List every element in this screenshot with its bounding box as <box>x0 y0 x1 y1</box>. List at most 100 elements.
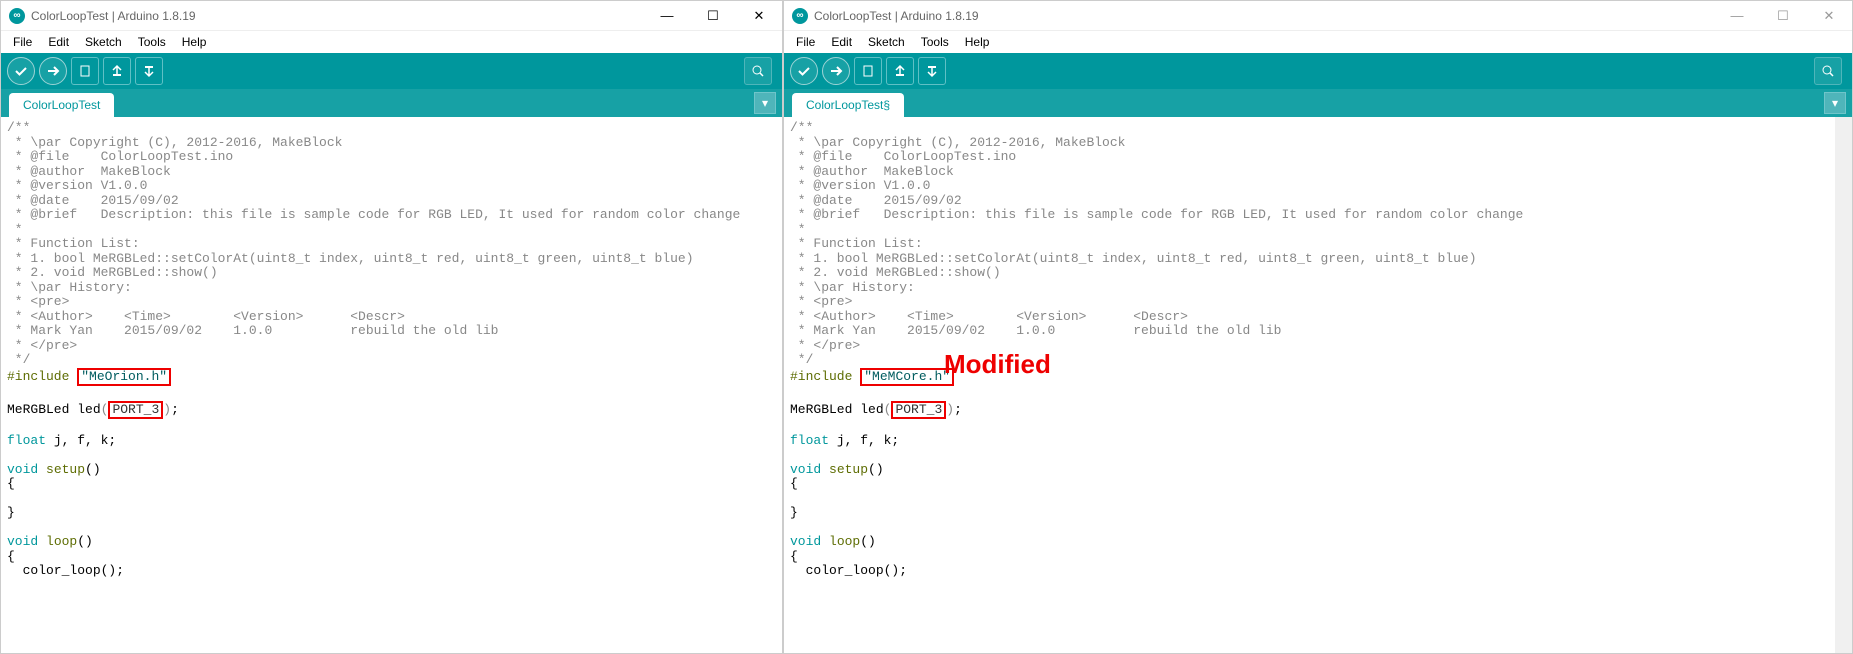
brace-line: { <box>790 477 1846 492</box>
menu-sketch[interactable]: Sketch <box>860 33 913 51</box>
blank-line <box>7 492 776 507</box>
setup-line: void setup() <box>790 463 1846 478</box>
comment-line: * @author MakeBlock <box>7 165 776 180</box>
comment-line: * @date 2015/09/02 <box>790 194 1846 209</box>
brace-line: } <box>790 506 1846 521</box>
comment-line: * @version V1.0.0 <box>7 179 776 194</box>
tabbar: ColorLoopTest§ ▾ <box>784 89 1852 117</box>
upload-button[interactable] <box>822 57 850 85</box>
open-button[interactable] <box>103 57 131 85</box>
tab-sketch[interactable]: ColorLoopTest§ <box>792 93 904 117</box>
window-controls: — ☐ ✕ <box>1714 1 1852 31</box>
blank-line <box>7 521 776 536</box>
comment-line: */ <box>7 353 776 368</box>
menu-help[interactable]: Help <box>957 33 998 51</box>
menubar: File Edit Sketch Tools Help <box>1 31 782 53</box>
comment-line: * @brief Description: this file is sampl… <box>7 208 776 223</box>
minimize-button[interactable]: — <box>644 1 690 31</box>
brace-line: } <box>7 506 776 521</box>
comment-line: * Function List: <box>7 237 776 252</box>
menu-file[interactable]: File <box>5 33 40 51</box>
upload-button[interactable] <box>39 57 67 85</box>
new-button[interactable] <box>854 57 882 85</box>
toolbar <box>1 53 782 89</box>
menu-edit[interactable]: Edit <box>823 33 860 51</box>
menu-edit[interactable]: Edit <box>40 33 77 51</box>
setup-line: void setup() <box>7 463 776 478</box>
menu-help[interactable]: Help <box>174 33 215 51</box>
loop-body-line: color_loop(); <box>790 564 1846 579</box>
titlebar: ∞ ColorLoopTest | Arduino 1.8.19 — ☐ ✕ <box>1 1 782 31</box>
comment-line: * 1. bool MeRGBLed::setColorAt(uint8_t i… <box>790 252 1846 267</box>
comment-line: * <box>790 223 1846 238</box>
blank-line <box>7 386 776 401</box>
verify-button[interactable] <box>7 57 35 85</box>
comment-line: * 2. void MeRGBLed::show() <box>790 266 1846 281</box>
close-button[interactable]: ✕ <box>1806 1 1852 31</box>
serial-monitor-button[interactable] <box>744 57 772 85</box>
include-line: #include "MeOrion.h" <box>7 368 776 387</box>
app-icon: ∞ <box>9 8 25 24</box>
port-highlight: PORT_3 <box>108 401 163 420</box>
brace-line: { <box>7 477 776 492</box>
comment-line: * @file ColorLoopTest.ino <box>7 150 776 165</box>
blank-line <box>790 448 1846 463</box>
tabbar: ColorLoopTest ▾ <box>1 89 782 117</box>
comment-line: * </pre> <box>7 339 776 354</box>
loop-line: void loop() <box>7 535 776 550</box>
menu-tools[interactable]: Tools <box>130 33 174 51</box>
code-editor[interactable]: /** * \par Copyright (C), 2012-2016, Mak… <box>784 117 1852 653</box>
blank-line <box>790 386 1846 401</box>
comment-line: * \par Copyright (C), 2012-2016, MakeBlo… <box>7 136 776 151</box>
close-button[interactable]: ✕ <box>736 1 782 31</box>
comment-line: * \par History: <box>7 281 776 296</box>
vertical-scrollbar[interactable] <box>1835 117 1852 653</box>
include-highlight: "MeOrion.h" <box>77 368 171 387</box>
save-button[interactable] <box>918 57 946 85</box>
new-button[interactable] <box>71 57 99 85</box>
maximize-button[interactable]: ☐ <box>690 1 736 31</box>
comment-line: * 1. bool MeRGBLed::setColorAt(uint8_t i… <box>7 252 776 267</box>
comment-line: /** <box>790 121 1846 136</box>
tab-sketch[interactable]: ColorLoopTest <box>9 93 114 117</box>
menubar: File Edit Sketch Tools Help <box>784 31 1852 53</box>
toolbar-right <box>744 57 776 85</box>
tab-menu-button[interactable]: ▾ <box>754 92 776 114</box>
maximize-button[interactable]: ☐ <box>1760 1 1806 31</box>
open-button[interactable] <box>886 57 914 85</box>
verify-button[interactable] <box>790 57 818 85</box>
comment-line: * @file ColorLoopTest.ino <box>790 150 1846 165</box>
titlebar: ∞ ColorLoopTest | Arduino 1.8.19 — ☐ ✕ <box>784 1 1852 31</box>
comment-line: * <Author> <Time> <Version> <Descr> <box>7 310 776 325</box>
comment-line: * Function List: <box>790 237 1846 252</box>
loop-body-line: color_loop(); <box>7 564 776 579</box>
save-button[interactable] <box>135 57 163 85</box>
window-title: ColorLoopTest | Arduino 1.8.19 <box>814 9 1714 23</box>
comment-line: * \par History: <box>790 281 1846 296</box>
serial-monitor-button[interactable] <box>1814 57 1842 85</box>
port-highlight: PORT_3 <box>891 401 946 420</box>
blank-line <box>7 448 776 463</box>
modified-annotation: Modified <box>944 357 1051 372</box>
menu-tools[interactable]: Tools <box>913 33 957 51</box>
comment-line: * <Author> <Time> <Version> <Descr> <box>790 310 1846 325</box>
comment-line: * Mark Yan 2015/09/02 1.0.0 rebuild the … <box>790 324 1846 339</box>
comment-line: * <pre> <box>7 295 776 310</box>
comment-line: * @version V1.0.0 <box>790 179 1846 194</box>
comment-line: * @brief Description: this file is sampl… <box>790 208 1846 223</box>
float-line: float j, f, k; <box>7 434 776 449</box>
arduino-window-right: ∞ ColorLoopTest | Arduino 1.8.19 — ☐ ✕ F… <box>783 0 1853 654</box>
comment-line: * 2. void MeRGBLed::show() <box>7 266 776 281</box>
comment-line: * @author MakeBlock <box>790 165 1846 180</box>
minimize-button[interactable]: — <box>1714 1 1760 31</box>
comment-line: * \par Copyright (C), 2012-2016, MakeBlo… <box>790 136 1846 151</box>
brace-line: { <box>7 550 776 565</box>
menu-file[interactable]: File <box>788 33 823 51</box>
window-title: ColorLoopTest | Arduino 1.8.19 <box>31 9 644 23</box>
toolbar <box>784 53 1852 89</box>
blank-line <box>790 492 1846 507</box>
code-editor[interactable]: /** * \par Copyright (C), 2012-2016, Mak… <box>1 117 782 653</box>
menu-sketch[interactable]: Sketch <box>77 33 130 51</box>
loop-line: void loop() <box>790 535 1846 550</box>
tab-menu-button[interactable]: ▾ <box>1824 92 1846 114</box>
